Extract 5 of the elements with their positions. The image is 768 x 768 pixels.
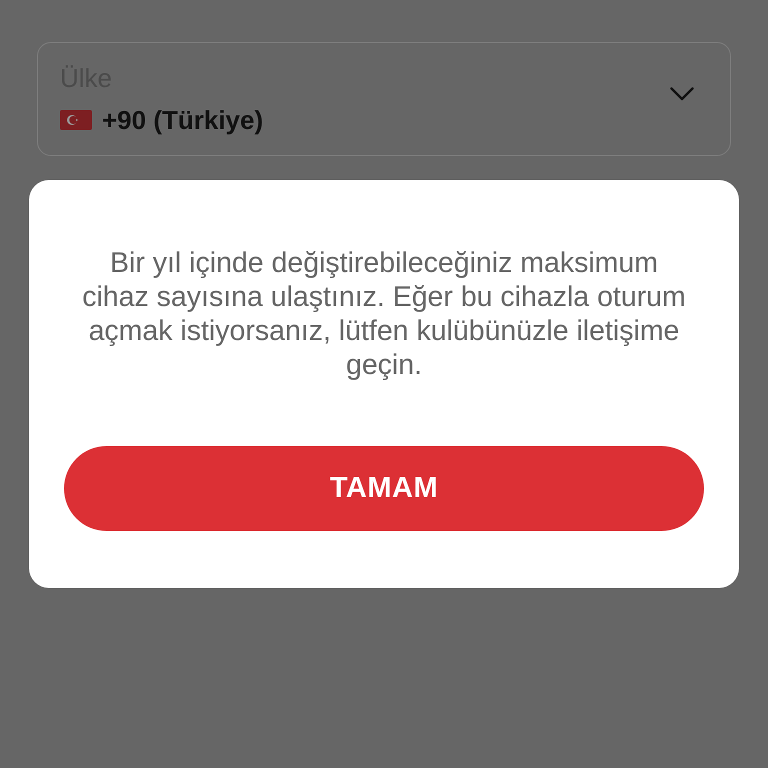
dialog-message: Bir yıl içinde değiştirebileceğiniz maksimum cihaz sayısına ulaştınız. Eğer bu cihazla oturum açmak istiyorsanız, lütfen kulübünüzle iletişime geçin.	[81, 246, 687, 382]
flag-icon	[60, 110, 92, 130]
ok-button[interactable]: TAMAM	[64, 446, 704, 531]
field-value: +90 (Türkiye)	[102, 106, 264, 134]
chevron-down-icon	[670, 87, 694, 101]
